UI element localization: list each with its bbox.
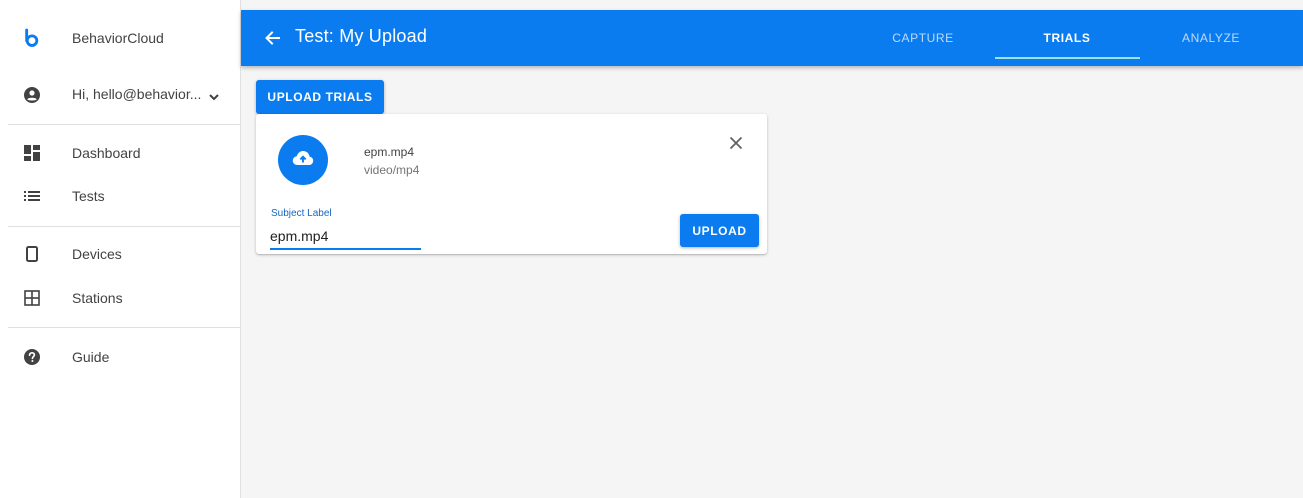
file-type: video/mp4 <box>364 163 420 177</box>
app: BehaviorCloud Hi, hello@behavior... Dash… <box>0 0 1303 498</box>
b-logo-icon <box>24 28 40 47</box>
account-menu[interactable]: Hi, hello@behavior... <box>0 75 240 115</box>
phone-icon <box>24 246 40 262</box>
active-tab-indicator <box>995 57 1140 59</box>
brand-row[interactable]: BehaviorCloud <box>0 18 240 58</box>
app-bar: Test: My Upload CAPTURE TRIALS ANALYZE <box>241 10 1303 66</box>
account-email: Hi, hello@behavior... <box>72 86 202 103</box>
dashboard-icon <box>24 145 40 161</box>
account-label: Hi, hello@behavior... <box>72 86 220 104</box>
upload-button[interactable]: UPLOAD <box>680 214 759 247</box>
sidebar-item-label: Guide <box>72 349 110 365</box>
sidebar-item-guide[interactable]: Guide <box>0 337 240 377</box>
brand-name: BehaviorCloud <box>72 30 164 46</box>
list-icon <box>24 188 40 204</box>
sidebar: BehaviorCloud Hi, hello@behavior... Dash… <box>0 0 241 498</box>
cloud-upload-icon <box>292 150 314 171</box>
tab-analyze[interactable]: ANALYZE <box>1139 10 1283 66</box>
sidebar-divider <box>8 327 240 328</box>
file-avatar <box>278 135 328 185</box>
sidebar-item-dashboard[interactable]: Dashboard <box>0 133 240 173</box>
sidebar-item-label: Stations <box>72 290 123 306</box>
input-underline <box>270 248 421 250</box>
sidebar-item-tests[interactable]: Tests <box>0 176 240 216</box>
grid-icon <box>24 290 40 306</box>
account-circle-icon <box>24 87 40 103</box>
page-title: Test: My Upload <box>295 26 428 46</box>
close-icon[interactable] <box>727 134 745 152</box>
sidebar-divider <box>8 226 240 227</box>
sidebar-divider <box>8 124 240 125</box>
subject-label-caption: Subject Label <box>271 208 332 219</box>
arrow-back-icon[interactable] <box>263 28 283 48</box>
upload-card: epm.mp4 video/mp4 Subject Label UPLOAD <box>256 114 767 254</box>
tab-capture[interactable]: CAPTURE <box>851 10 995 66</box>
sidebar-item-label: Dashboard <box>72 145 141 161</box>
chevron-down-icon <box>209 88 220 104</box>
upload-trials-button[interactable]: UPLOAD TRIALS <box>256 80 384 114</box>
sidebar-item-stations[interactable]: Stations <box>0 278 240 318</box>
file-name: epm.mp4 <box>364 145 415 159</box>
sidebar-item-label: Devices <box>72 246 122 262</box>
help-circle-icon <box>24 349 40 365</box>
sidebar-item-label: Tests <box>72 188 105 204</box>
sidebar-item-devices[interactable]: Devices <box>0 234 240 274</box>
subject-label-input[interactable] <box>270 225 421 247</box>
